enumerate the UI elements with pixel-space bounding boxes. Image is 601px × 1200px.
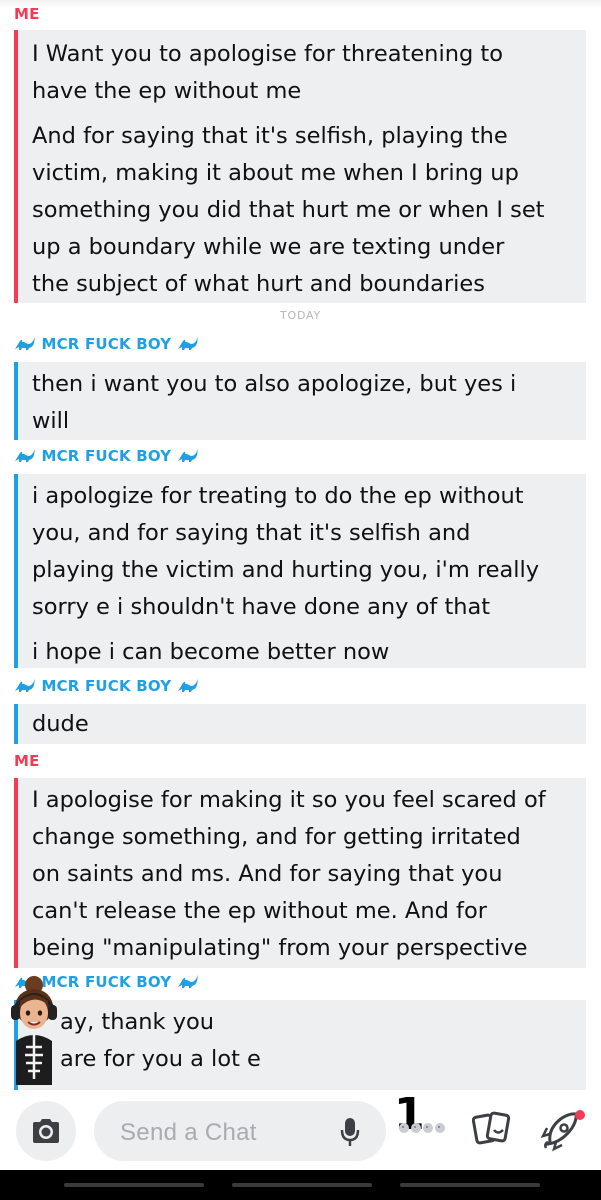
dinosaur-icon: [177, 337, 198, 350]
camera-button[interactable]: [16, 1101, 76, 1161]
date-divider: TODAY: [279, 309, 322, 322]
message-line: victim, making it about me when I bring …: [32, 160, 519, 186]
sender-label-them: MCR FUCK BOY: [14, 335, 199, 353]
stickers-icon[interactable]: [472, 1110, 512, 1148]
chat-input-bar: Send a Chat 1: [0, 1090, 601, 1170]
message-bar-me: [14, 778, 18, 968]
dinosaur-icon: [15, 679, 35, 692]
message-line: i apologize for treating to do the ep wi…: [32, 483, 524, 509]
message-line: something you did that hurt me or when I…: [32, 197, 545, 223]
message-line: up a boundary while we are texting under: [32, 234, 505, 260]
message-line: ay, thank you: [60, 1009, 215, 1035]
message-line: will: [32, 408, 70, 434]
message-line: I apologise for making it so you feel sc…: [32, 787, 546, 813]
message-line: you, and for saying that it's selfish an…: [32, 520, 471, 546]
sender-name: MCR FUCK BOY: [41, 973, 172, 991]
message-bar-them: [14, 704, 18, 744]
message-line: can't release the ep without me. And for: [32, 898, 487, 924]
message-line: sorry e i shouldn't have done any of tha…: [32, 594, 491, 620]
notification-dot: [575, 1110, 585, 1120]
bitmoji-avatar: [11, 976, 57, 1085]
sender-name: MCR FUCK BOY: [41, 447, 172, 465]
message-bubble[interactable]: dude: [14, 704, 586, 744]
message-bubble[interactable]: i apologize for treating to do the ep wi…: [14, 474, 586, 668]
sender-label-them: MCR FUCK BOY: [14, 677, 199, 695]
nav-recents[interactable]: [400, 1183, 540, 1187]
message-line: change something, and for getting irrita…: [32, 824, 521, 850]
sender-label-me: ME: [14, 5, 40, 23]
message-line: I Want you to apologise for threatening …: [32, 41, 503, 67]
message-bar-them: [14, 474, 18, 668]
message-bubble[interactable]: ay, thank you are for you a lot e: [14, 1000, 586, 1090]
dinosaur-icon: [15, 449, 35, 462]
message-line: playing the victim and hurting you, i'm …: [32, 557, 540, 583]
send-chat-input[interactable]: Send a Chat: [94, 1101, 386, 1161]
message-bar-me: [14, 30, 18, 303]
message-bar-them: [14, 362, 18, 440]
dinosaur-icon: [15, 337, 35, 350]
nav-home[interactable]: [232, 1183, 372, 1187]
message-line: have the ep without me: [32, 78, 302, 104]
message-line: the subject of what hurt and boundaries: [32, 271, 485, 297]
chat-placeholder: Send a Chat: [120, 1119, 257, 1146]
dinosaur-icon: [177, 449, 198, 462]
sender-name: MCR FUCK BOY: [41, 677, 172, 695]
message-line: then i want you to also apologize, but y…: [32, 371, 517, 397]
chat-thread[interactable]: ME I Want you to apologise for threateni…: [0, 0, 601, 1090]
message-line: i hope i can become better now: [32, 639, 390, 665]
nav-back[interactable]: [64, 1183, 204, 1187]
message-bubble[interactable]: then i want you to also apologize, but y…: [14, 362, 586, 440]
sender-name: MCR FUCK BOY: [41, 335, 172, 353]
sender-label-them: MCR FUCK BOY: [14, 447, 199, 465]
games-rocket-icon[interactable]: [538, 1108, 586, 1152]
dinosaur-icon: [177, 679, 198, 692]
system-nav-bar: [0, 1170, 601, 1200]
bitmoji-typing-icon[interactable]: [398, 1122, 454, 1134]
message-line: on saints and ms. And for saying that yo…: [32, 861, 503, 887]
sender-label-me: ME: [14, 752, 40, 770]
message-line: dude: [32, 711, 89, 737]
top-fade: [0, 0, 601, 8]
dinosaur-icon: [177, 975, 198, 988]
camera-icon: [33, 1119, 59, 1143]
sender-name: ME: [14, 752, 40, 770]
message-line: are for you a lot e: [60, 1046, 261, 1072]
message-line: being "manipulating" from your perspecti…: [32, 935, 528, 961]
sender-name: ME: [14, 5, 40, 23]
message-line: And for saying that it's selfish, playin…: [32, 123, 508, 149]
message-bubble[interactable]: I apologise for making it so you feel sc…: [14, 778, 586, 968]
message-bubble[interactable]: I Want you to apologise for threatening …: [14, 30, 586, 303]
microphone-icon[interactable]: [340, 1117, 360, 1147]
